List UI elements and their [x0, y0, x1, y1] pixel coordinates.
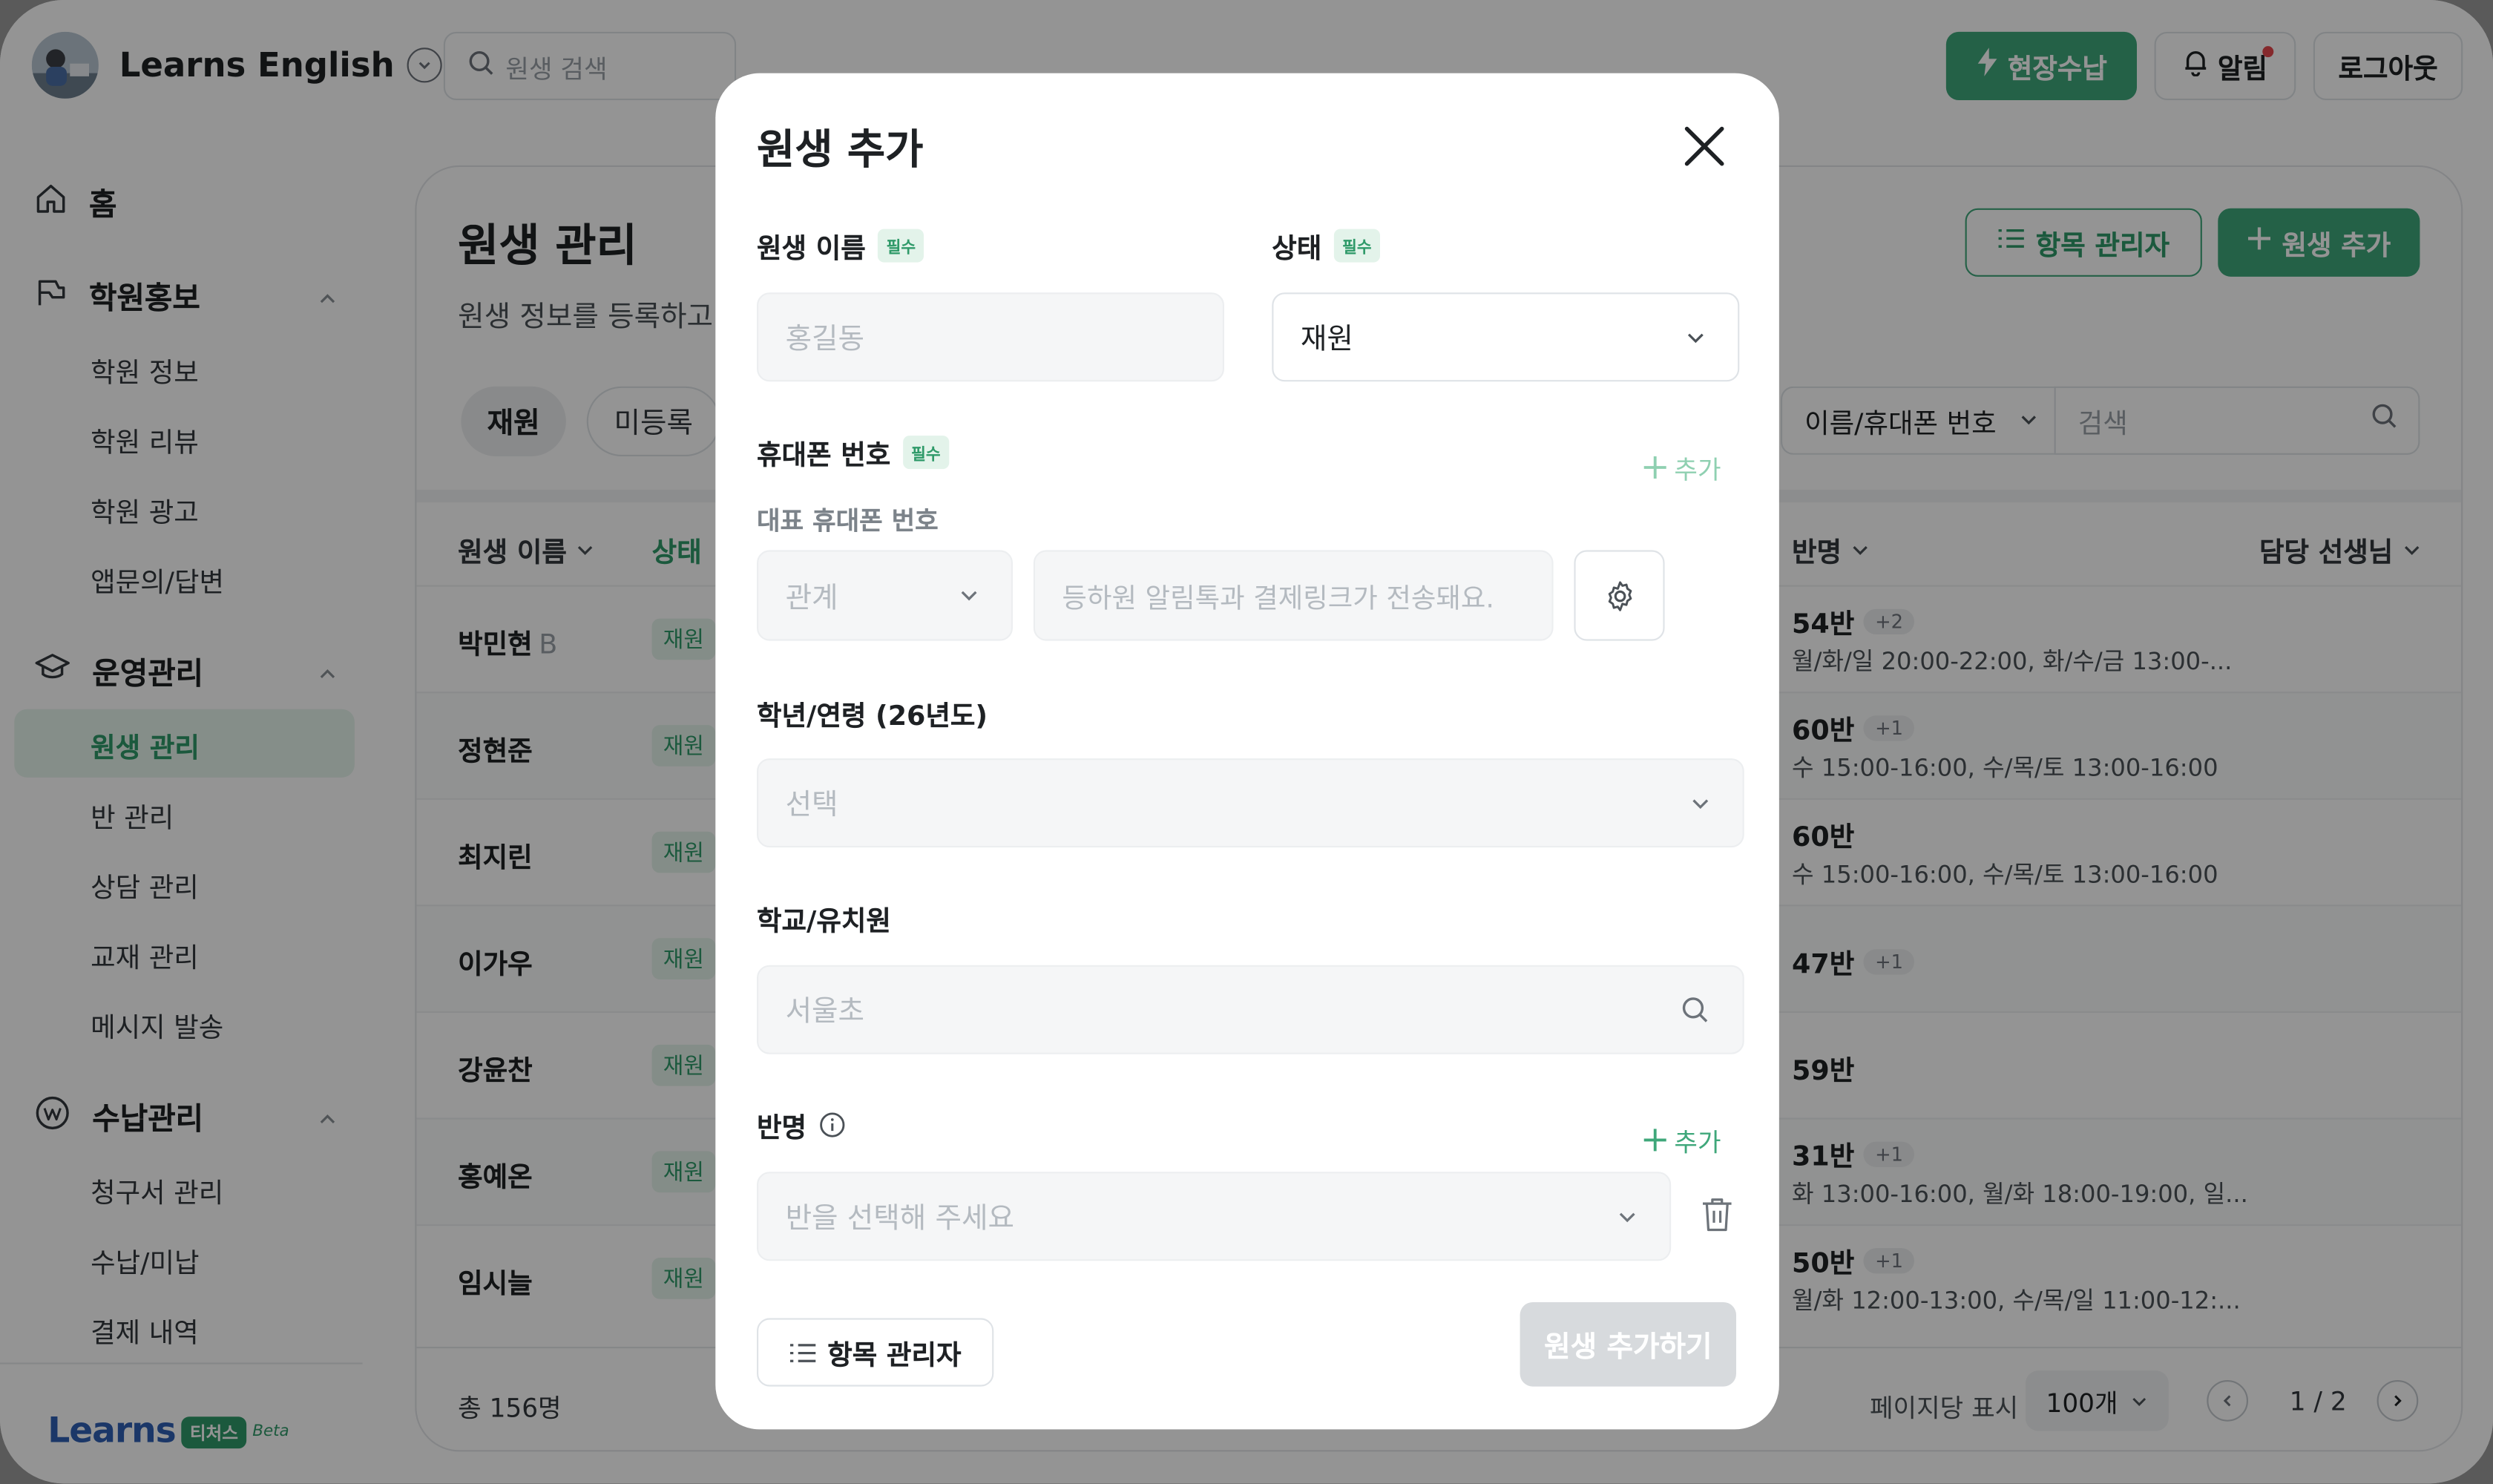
modal-item-manager-label: 항목 관리자: [827, 1340, 962, 1373]
status-label: 상태 필수: [1272, 226, 1380, 266]
class-label-text: 반명: [756, 1113, 807, 1145]
class-label: 반명: [757, 1105, 847, 1145]
required-badge: 필수: [1334, 229, 1380, 263]
status-value: 재원: [1300, 323, 1353, 356]
student-name-input[interactable]: 홍길동: [756, 292, 1224, 382]
plus-icon: [1643, 456, 1666, 479]
gear-icon: [1607, 580, 1632, 611]
status-label-text: 상태: [1272, 234, 1322, 266]
relation-select[interactable]: 관계: [756, 550, 1013, 641]
primary-phone-sublabel: 대표 휴대폰 번호: [756, 505, 939, 536]
school-search-input[interactable]: 서울초: [756, 965, 1744, 1054]
close-button[interactable]: [1681, 122, 1728, 170]
class-select[interactable]: 반을 선택해 주세요: [756, 1172, 1672, 1261]
phone-settings-button[interactable]: [1574, 550, 1665, 641]
status-select[interactable]: 재원: [1272, 292, 1740, 382]
modal-item-manager-button[interactable]: 항목 관리자: [756, 1318, 994, 1387]
class-placeholder: 반을 선택해 주세요: [785, 1202, 1015, 1235]
delete-class-button[interactable]: [1700, 1195, 1735, 1240]
trash-icon: [1702, 1198, 1732, 1232]
plus-icon: [1643, 1129, 1666, 1152]
add-student-modal: 원생 추가 원생 이름 필수 홍길동 상태 필수 재원 휴대폰 번호 필수 추가…: [715, 73, 1779, 1430]
submit-add-student-button[interactable]: 원생 추가하기: [1520, 1302, 1736, 1387]
phone-number-input[interactable]: 등하원 알림톡과 결제링크가 전송돼요.: [1033, 550, 1554, 641]
list-icon: [790, 1343, 817, 1362]
modal-title: 원생 추가: [756, 127, 924, 175]
grade-label: 학년/연령 (26년도): [756, 701, 988, 733]
name-label: 원생 이름 필수: [757, 226, 924, 266]
add-class-button[interactable]: 추가: [1643, 1121, 1721, 1159]
phone-label-text: 휴대폰 번호: [756, 440, 891, 473]
add-class-label: 추가: [1674, 1127, 1721, 1158]
chevron-down-icon: [961, 591, 977, 601]
school-placeholder: 서울초: [785, 995, 865, 1029]
phone-label: 휴대폰 번호 필수: [756, 433, 949, 473]
add-phone-button[interactable]: 추가: [1643, 448, 1721, 486]
school-label: 학교/유치원: [756, 906, 891, 939]
chevron-down-icon: [1687, 332, 1704, 343]
close-icon: [1684, 126, 1724, 166]
search-icon: [1682, 997, 1708, 1022]
chevron-down-icon: [1619, 1212, 1635, 1222]
grade-placeholder: 선택: [785, 788, 838, 822]
grade-select[interactable]: 선택: [756, 758, 1744, 848]
required-badge: 필수: [903, 436, 949, 470]
info-icon[interactable]: [819, 1112, 846, 1138]
app-window: Learns English 원생 검색 현장수납 알림 로그아웃 홈 학원홍보…: [0, 0, 2493, 1484]
required-badge: 필수: [878, 229, 924, 263]
name-label-text: 원생 이름: [756, 234, 866, 266]
add-phone-label: 추가: [1674, 454, 1721, 485]
relation-placeholder: 관계: [785, 581, 838, 615]
chevron-down-icon: [1692, 798, 1709, 809]
